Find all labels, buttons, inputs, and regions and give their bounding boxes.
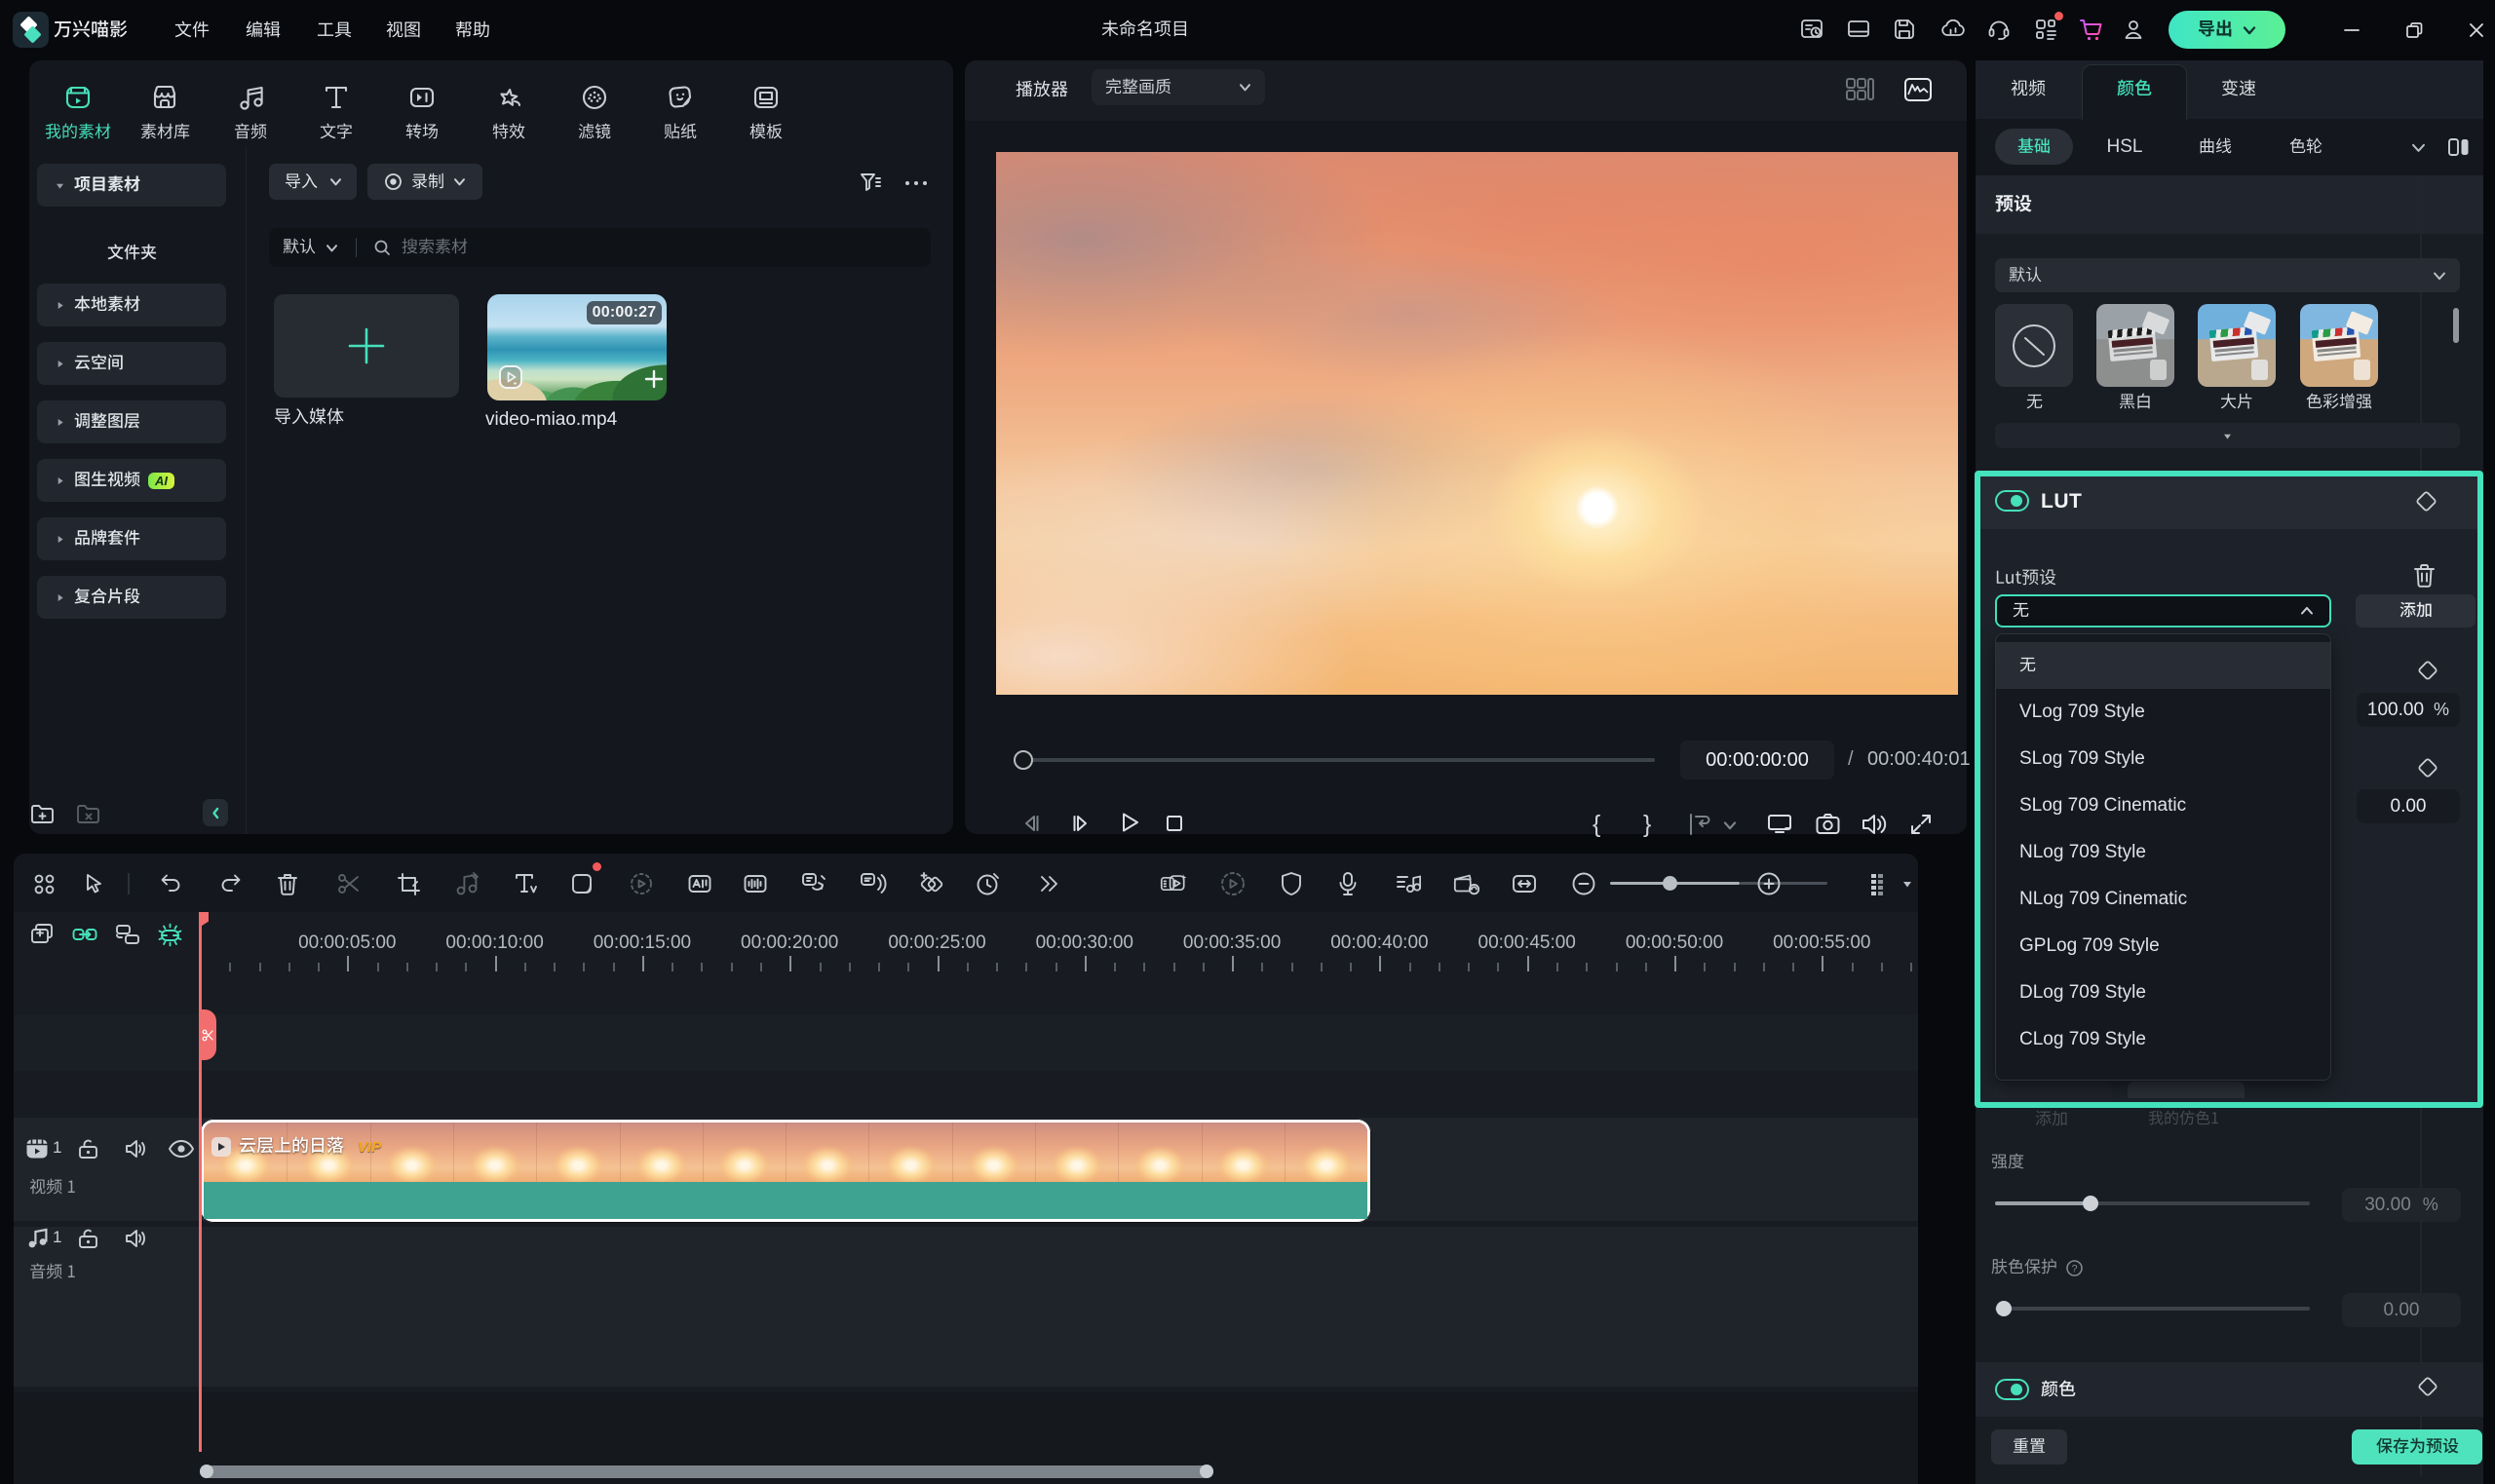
svg-text:?: ? bbox=[2071, 1263, 2077, 1275]
